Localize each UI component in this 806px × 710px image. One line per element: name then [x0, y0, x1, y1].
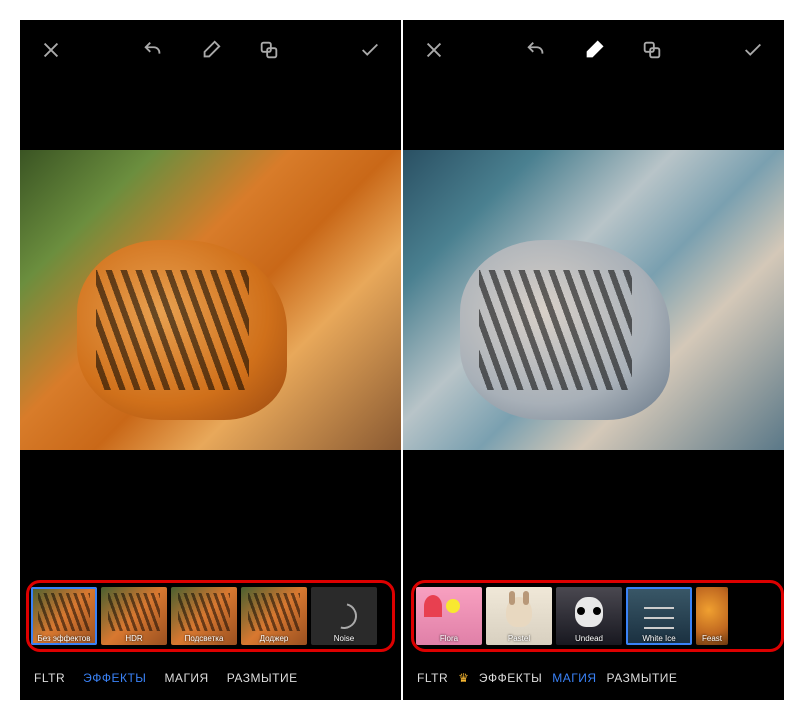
- tab-fltr[interactable]: FLTR: [417, 671, 448, 685]
- tab-magic[interactable]: МАГИЯ: [552, 671, 596, 685]
- toolbar: [403, 20, 784, 80]
- thumb-label: Feast: [696, 634, 728, 643]
- editor-screen-right: Flora Pastel Undead White Ice Feast FLTR…: [403, 20, 784, 700]
- compare-icon[interactable]: [258, 39, 280, 61]
- compare-icon[interactable]: [641, 39, 663, 61]
- thumb-label: Undead: [556, 634, 622, 643]
- sliders-icon: [644, 603, 674, 629]
- category-tabs: FLTR ♛ ЭФФЕКТЫ МАГИЯ РАЗМЫТИЕ: [403, 656, 784, 700]
- filter-thumb-noise[interactable]: Noise: [311, 587, 377, 645]
- filter-thumb-feast[interactable]: Feast: [696, 587, 728, 645]
- filter-thumb-undead[interactable]: Undead: [556, 587, 622, 645]
- premium-crown-icon[interactable]: ♛: [458, 671, 469, 685]
- image-canvas[interactable]: [403, 150, 784, 450]
- tab-blur[interactable]: РАЗМЫТИЕ: [607, 671, 678, 685]
- thumb-label: Доджер: [241, 634, 307, 643]
- eraser-icon[interactable]: [583, 39, 605, 61]
- thumb-label: Без эффектов: [31, 634, 97, 643]
- thumb-label: Flora: [416, 634, 482, 643]
- reload-icon: [326, 598, 362, 634]
- filter-thumb-hdr[interactable]: HDR: [101, 587, 167, 645]
- undo-icon[interactable]: [142, 39, 164, 61]
- filter-strip[interactable]: Flora Pastel Undead White Ice Feast: [411, 580, 784, 652]
- thumb-label: Подсветка: [171, 634, 237, 643]
- filter-thumb-pastel[interactable]: Pastel: [486, 587, 552, 645]
- filter-thumb-whiteice[interactable]: White Ice: [626, 587, 692, 645]
- editor-screen-left: Без эффектов HDR Подсветка Доджер Noise …: [20, 20, 401, 700]
- category-tabs: FLTR ЭФФЕКТЫ МАГИЯ РАЗМЫТИЕ: [20, 656, 401, 700]
- filter-thumb-flora[interactable]: Flora: [416, 587, 482, 645]
- thumb-label: Pastel: [486, 634, 552, 643]
- tab-fltr[interactable]: FLTR: [34, 671, 65, 685]
- preview-image: [20, 150, 401, 450]
- preview-image: [403, 150, 784, 450]
- close-icon[interactable]: [40, 39, 62, 61]
- eraser-icon[interactable]: [200, 39, 222, 61]
- image-canvas[interactable]: [20, 150, 401, 450]
- toolbar: [20, 20, 401, 80]
- close-icon[interactable]: [423, 39, 445, 61]
- tab-effects[interactable]: ЭФФЕКТЫ: [83, 671, 146, 685]
- thumb-label: White Ice: [626, 634, 692, 643]
- thumb-label: HDR: [101, 634, 167, 643]
- filter-thumb-podsvetka[interactable]: Подсветка: [171, 587, 237, 645]
- undo-icon[interactable]: [525, 39, 547, 61]
- apply-icon[interactable]: [359, 39, 381, 61]
- filter-thumb-none[interactable]: Без эффектов: [31, 587, 97, 645]
- filter-thumb-dodger[interactable]: Доджер: [241, 587, 307, 645]
- tab-blur[interactable]: РАЗМЫТИЕ: [227, 671, 298, 685]
- tab-magic[interactable]: МАГИЯ: [164, 671, 208, 685]
- tab-effects[interactable]: ЭФФЕКТЫ: [479, 671, 542, 685]
- thumb-label: Noise: [311, 634, 377, 643]
- filter-strip[interactable]: Без эффектов HDR Подсветка Доджер Noise: [26, 580, 395, 652]
- apply-icon[interactable]: [742, 39, 764, 61]
